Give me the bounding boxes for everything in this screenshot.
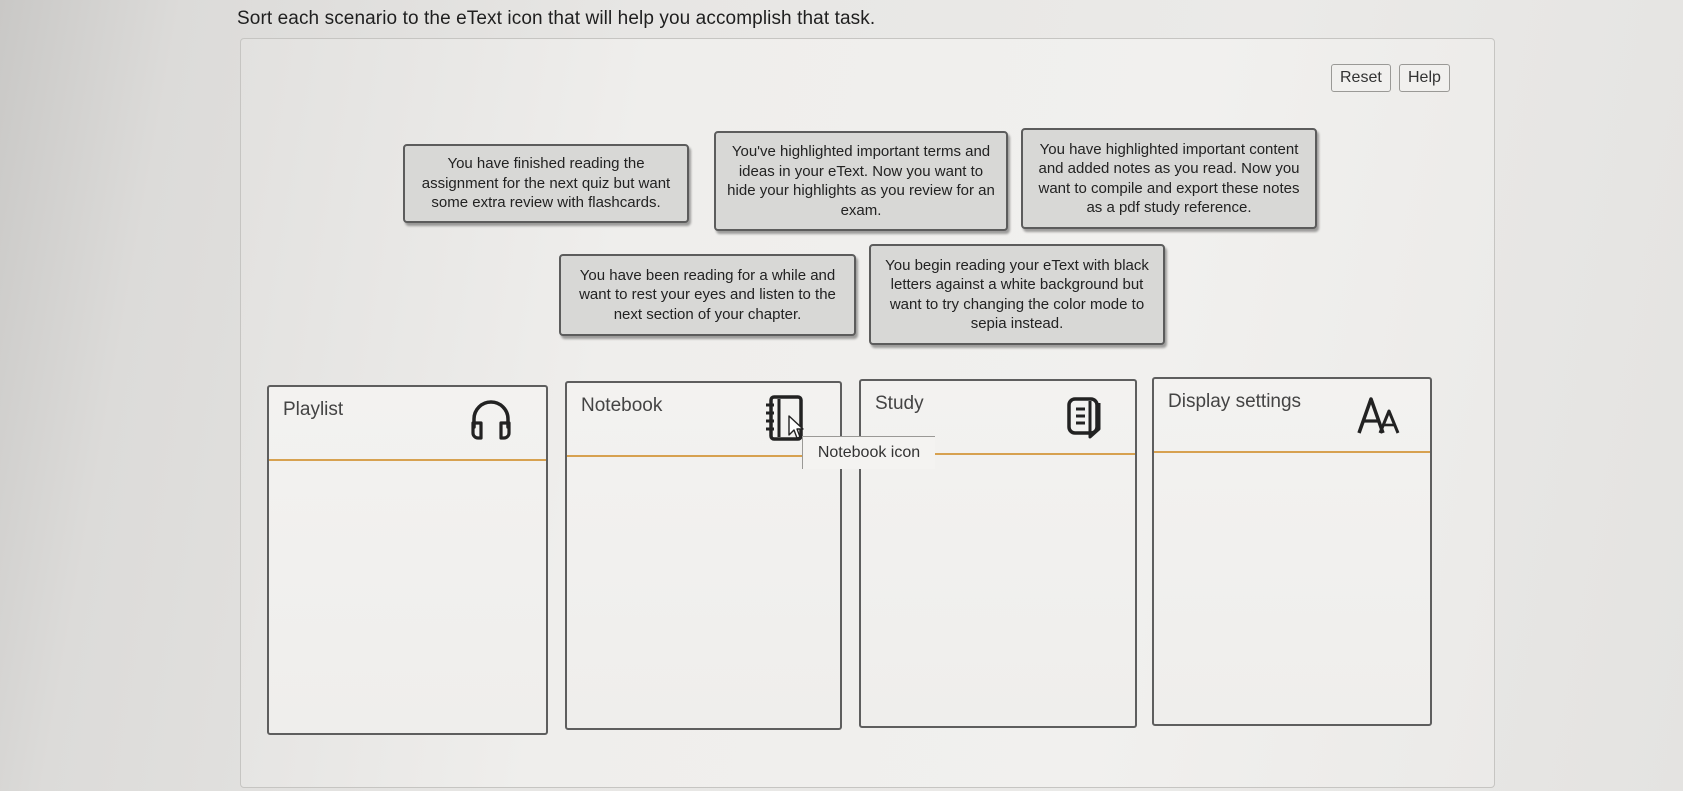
scenario-card-text: You have finished reading the assignment… bbox=[421, 155, 671, 212]
headphones-icon bbox=[469, 397, 513, 448]
dropzone[interactable] bbox=[861, 455, 1135, 726]
bin-header: Display settings bbox=[1154, 379, 1430, 453]
bin-playlist[interactable]: Playlist bbox=[267, 385, 548, 735]
study-icon bbox=[1063, 395, 1105, 446]
reset-button[interactable]: Reset bbox=[1331, 64, 1391, 92]
scenario-card-text: You begin reading your eText with black … bbox=[885, 256, 1149, 333]
help-button[interactable]: Help bbox=[1399, 64, 1450, 92]
dropzone[interactable] bbox=[567, 457, 840, 728]
dropzone[interactable] bbox=[269, 461, 546, 733]
scenario-card[interactable]: You have highlighted important content a… bbox=[1021, 128, 1317, 229]
bin-header: Playlist bbox=[269, 387, 546, 461]
bin-study[interactable]: Study bbox=[859, 379, 1137, 728]
scenario-card[interactable]: You have been reading for a while and wa… bbox=[559, 254, 856, 336]
dropzone[interactable] bbox=[1154, 453, 1430, 724]
bin-label: Display settings bbox=[1168, 391, 1302, 412]
font-size-icon bbox=[1356, 393, 1404, 444]
bin-label: Notebook bbox=[581, 395, 663, 416]
bin-display-settings[interactable]: Display settings bbox=[1152, 377, 1432, 726]
scenario-card[interactable]: You've highlighted important terms and i… bbox=[714, 131, 1008, 231]
scenario-card-text: You have highlighted important content a… bbox=[1038, 140, 1300, 217]
bin-label: Playlist bbox=[283, 399, 344, 420]
scenario-card-text: You've highlighted important terms and i… bbox=[727, 143, 995, 219]
scenario-card-text: You have been reading for a while and wa… bbox=[579, 266, 836, 323]
notebook-tooltip: Notebook icon bbox=[802, 436, 935, 469]
scenario-card[interactable]: You have finished reading the assignment… bbox=[403, 144, 689, 223]
instruction-text: Sort each scenario to the eText icon tha… bbox=[237, 8, 876, 29]
mouse-pointer-icon bbox=[787, 414, 805, 445]
bin-label: Study bbox=[875, 393, 924, 414]
scenario-card[interactable]: You begin reading your eText with black … bbox=[869, 244, 1165, 345]
